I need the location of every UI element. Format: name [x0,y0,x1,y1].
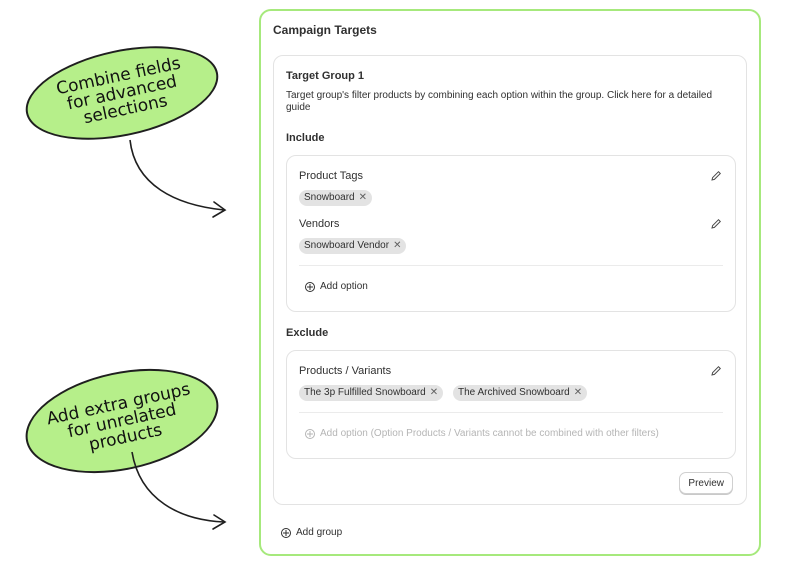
preview-button[interactable]: Preview [679,472,733,494]
plus-circle-icon [305,281,315,292]
exclude-box: Products / Variants The 3p Fulfilled Sno… [286,350,736,459]
field-label-product-tags: Product Tags [299,170,364,182]
chip: The Archived Snowboard ✕ [453,385,588,401]
campaign-targets-panel: Campaign Targets Target Group 1 Target g… [259,9,761,556]
add-option-label: Add option (Option Products / Variants c… [320,428,659,439]
pencil-icon[interactable] [709,169,723,183]
pencil-icon[interactable] [709,217,723,231]
chip-label: Snowboard [304,192,355,203]
chip: Snowboard ✕ [299,190,372,206]
group-description[interactable]: Target group's filter products by combin… [286,90,736,114]
include-box: Product Tags Snowboard ✕ Vendors Snowboar… [286,155,736,312]
pencil-icon[interactable] [709,364,723,378]
chip-label: The Archived Snowboard [458,387,570,398]
add-option-label: Add option [320,281,368,292]
add-option-button-disabled: Add option (Option Products / Variants c… [305,428,659,439]
exclude-title: Exclude [286,327,329,339]
plus-circle-icon [305,428,315,439]
close-icon[interactable]: ✕ [393,240,401,251]
close-icon[interactable]: ✕ [430,387,438,398]
divider [299,412,723,413]
include-title: Include [286,132,325,144]
close-icon[interactable]: ✕ [359,192,367,203]
chip: The 3p Fulfilled Snowboard ✕ [299,385,444,401]
add-group-label: Add group [296,527,343,538]
field-label-products-variants: Products / Variants [299,365,392,377]
group-title: Target Group 1 [286,70,365,82]
chip: Snowboard Vendor ✕ [299,238,407,254]
chip-label: Snowboard Vendor [304,240,390,251]
panel-title: Campaign Targets [273,23,377,37]
divider [299,265,723,266]
close-icon[interactable]: ✕ [574,387,582,398]
target-group-card: Target Group 1 Target group's filter pro… [273,55,747,505]
chip-label: The 3p Fulfilled Snowboard [304,387,426,398]
add-option-button[interactable]: Add option [305,281,368,292]
plus-circle-icon [281,527,291,538]
field-label-vendors: Vendors [299,218,340,230]
add-group-button[interactable]: Add group [281,527,342,538]
